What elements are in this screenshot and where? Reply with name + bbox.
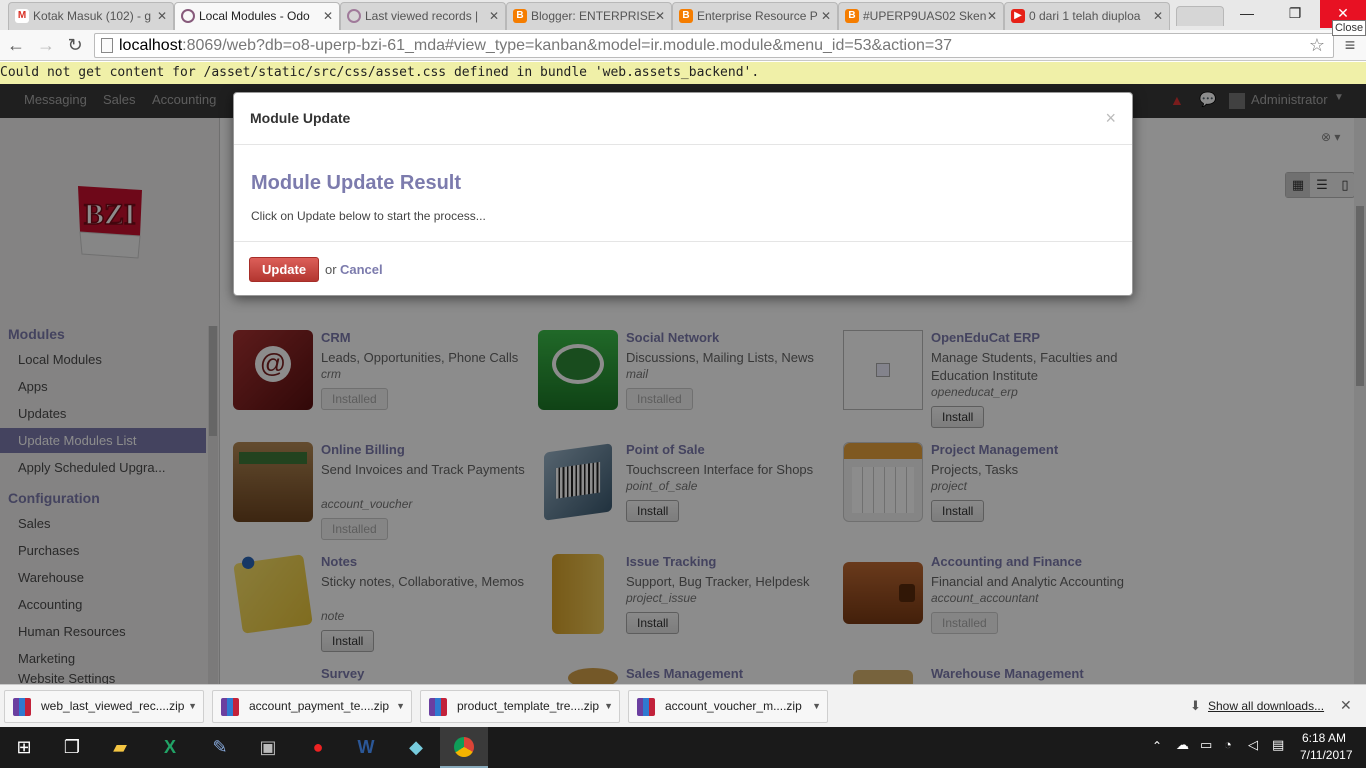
browser-tab-bar: M Kotak Masuk (102) - g ✕ Local Modules … (0, 0, 1366, 36)
blogger-icon: B (679, 9, 693, 23)
close-icon[interactable]: ✕ (489, 3, 499, 29)
excel-icon[interactable]: X (146, 727, 194, 768)
chevron-down-icon[interactable]: ▼ (604, 691, 613, 722)
tab-label: #UPERP9UAS02 Sken (863, 9, 987, 23)
paint-icon[interactable]: ✎ (196, 727, 244, 768)
restore-icon[interactable]: ❐ (1272, 0, 1318, 28)
minimize-icon[interactable]: — (1224, 0, 1270, 28)
close-tooltip: Close (1332, 20, 1366, 36)
close-icon[interactable]: ✕ (1153, 3, 1163, 29)
browser-tab-active[interactable]: Local Modules - Odo ✕ (174, 2, 340, 30)
back-icon[interactable]: ← (4, 33, 28, 57)
chevron-down-icon[interactable]: ▼ (812, 691, 821, 722)
word-icon[interactable]: W (342, 727, 390, 768)
dialog-title: Module Update (250, 110, 351, 126)
archive-icon (429, 698, 447, 716)
battery-icon[interactable]: ▭ (1200, 737, 1212, 753)
notification-icon[interactable]: ▤ (1272, 737, 1284, 753)
close-icon[interactable]: ✕ (821, 3, 831, 29)
downloads-bar: web_last_viewed_rec....zip ▼ account_pay… (0, 684, 1366, 727)
browser-tab[interactable]: ▶ 0 dari 1 telah diuploa ✕ (1004, 2, 1170, 30)
reload-icon[interactable]: ↻ (63, 33, 87, 57)
chevron-down-icon[interactable]: ▼ (396, 691, 405, 722)
close-icon[interactable]: ✕ (157, 3, 167, 29)
tab-label: Blogger: ENTERPRISE (531, 9, 656, 23)
url-path: :8069/web?db=o8-uperp-bzi-61_mda#view_ty… (182, 37, 953, 54)
recorder-icon[interactable]: ● (294, 727, 342, 768)
chevron-up-icon[interactable]: ⌃ (1152, 739, 1162, 753)
download-item[interactable]: account_voucher_m....zip ▼ (628, 690, 828, 723)
close-icon[interactable]: ✕ (655, 3, 665, 29)
blogger-icon: B (513, 9, 527, 23)
browser-tab[interactable]: B Blogger: ENTERPRISE ✕ (506, 2, 672, 30)
archive-icon (637, 698, 655, 716)
tab-label: Last viewed records | (365, 9, 479, 23)
clock-time[interactable]: 6:18 AM (1302, 731, 1346, 745)
clock-date[interactable]: 7/11/2017 (1300, 748, 1353, 762)
windows-start-icon[interactable]: ⊞ (0, 727, 48, 768)
menu-icon[interactable]: ≡ (1338, 33, 1362, 57)
update-button[interactable]: Update (249, 257, 320, 282)
close-icon[interactable]: × (1105, 108, 1116, 129)
tab-label: Enterprise Resource P (697, 9, 818, 23)
browser-toolbar: ← → ↻ localhost:8069/web?db=o8-uperp-bzi… (0, 30, 1366, 61)
gmail-icon: M (15, 9, 29, 23)
download-filename: account_payment_te....zip (249, 699, 390, 713)
bookmark-star-icon[interactable]: ☆ (1305, 33, 1329, 57)
module-update-dialog: Module Update × Module Update Result Cli… (233, 92, 1133, 296)
volume-icon[interactable]: ◁ (1248, 737, 1258, 753)
result-heading: Module Update Result (251, 172, 462, 194)
odoo-icon (181, 9, 195, 23)
close-icon[interactable]: ✕ (323, 3, 333, 29)
tab-label: 0 dari 1 telah diuploa (1029, 9, 1141, 23)
close-icon[interactable]: ✕ (987, 3, 997, 29)
forward-icon[interactable]: → (34, 33, 58, 57)
task-view-icon[interactable]: ❐ (48, 727, 96, 768)
browser-tab[interactable]: Last viewed records | ✕ (340, 2, 506, 30)
page-icon (101, 38, 113, 53)
dialog-header: Module Update × (234, 93, 1132, 145)
app-icon[interactable]: ◆ (392, 727, 440, 768)
blogger-icon: B (845, 9, 859, 23)
or-label: or (325, 262, 337, 277)
cancel-link[interactable]: Cancel (340, 262, 383, 277)
dialog-message: Click on Update below to start the proce… (251, 209, 486, 223)
download-filename: product_template_tre....zip (457, 699, 600, 713)
download-item[interactable]: account_payment_te....zip ▼ (212, 690, 412, 723)
download-item[interactable]: web_last_viewed_rec....zip ▼ (4, 690, 204, 723)
cloud-icon[interactable]: ☁ (1176, 737, 1189, 753)
browser-tab[interactable]: B Enterprise Resource P ✕ (672, 2, 838, 30)
browser-tab[interactable]: B #UPERP9UAS02 Sken ✕ (838, 2, 1004, 30)
youtube-icon: ▶ (1011, 9, 1025, 23)
tab-label: Kotak Masuk (102) - g (33, 9, 152, 23)
chrome-icon[interactable] (440, 727, 488, 768)
close-icon[interactable]: ✕ (1340, 697, 1352, 714)
address-bar[interactable]: localhost:8069/web?db=o8-uperp-bzi-61_md… (94, 33, 1334, 58)
archive-icon (13, 698, 31, 716)
download-item[interactable]: product_template_tre....zip ▼ (420, 690, 620, 723)
download-filename: account_voucher_m....zip (665, 699, 802, 713)
wifi-icon[interactable]: ◔ (1224, 737, 1232, 752)
network-app-icon[interactable]: ▣ (244, 727, 292, 768)
file-explorer-icon[interactable]: ▰ (96, 727, 144, 768)
odoo-icon (347, 9, 361, 23)
asset-error-message: Could not get content for /asset/static/… (0, 62, 1366, 84)
tab-label: Local Modules - Odo (199, 9, 310, 23)
download-filename: web_last_viewed_rec....zip (41, 699, 185, 713)
url-host: localhost (119, 37, 183, 54)
show-all-downloads-link[interactable]: Show all downloads... (1208, 699, 1324, 713)
archive-icon (221, 698, 239, 716)
download-arrow-icon: ⬇ (1190, 698, 1201, 713)
dialog-footer: Update or Cancel (234, 241, 1132, 297)
chevron-down-icon[interactable]: ▼ (188, 691, 197, 722)
windows-taskbar: ⊞ ❐ ▰ X ✎ ▣ ● W ◆ ⌃ ☁ ▭ ◔ ◁ ▤ 6:18 AM 7/… (0, 727, 1366, 768)
browser-tab[interactable]: M Kotak Masuk (102) - g ✕ (8, 2, 174, 30)
new-tab-button[interactable] (1176, 6, 1224, 26)
